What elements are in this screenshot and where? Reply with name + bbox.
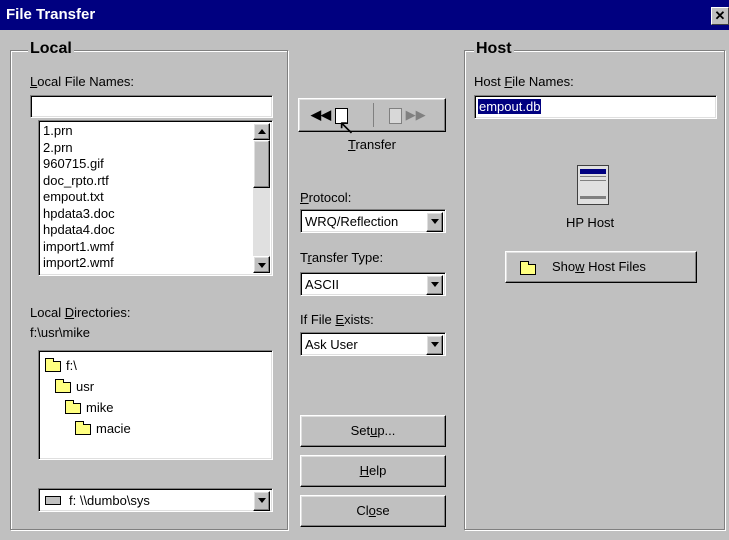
file-list-item[interactable]: doc_rpto.rtf: [43, 173, 109, 188]
local-directories-label: Local Directories:: [30, 305, 131, 320]
tree-item-usr[interactable]: usr: [76, 379, 94, 394]
transfer-label: Transfer: [348, 137, 396, 152]
drive-dropdown-button[interactable]: [253, 491, 270, 511]
host-group-label: Host: [474, 40, 514, 58]
tree-item-f-root[interactable]: f:\: [66, 358, 77, 373]
open-folder-icon: [45, 358, 61, 372]
close-button[interactable]: Close: [300, 495, 446, 527]
host-file-name-input[interactable]: empout.db: [474, 95, 717, 119]
tree-item-macie[interactable]: macie: [96, 421, 131, 436]
protocol-select[interactable]: WRQ/Reflection: [300, 209, 446, 233]
transfer-to-host-button[interactable]: ▶▶: [389, 107, 426, 124]
document-icon: [389, 107, 402, 124]
local-file-list[interactable]: 1.prn 2.prn 960715.gif doc_rpto.rtf empout.t…: [38, 120, 273, 276]
folder-icon: [520, 261, 536, 275]
protocol-dropdown-button[interactable]: [426, 212, 443, 232]
drive-select[interactable]: f: \\dumbo\sys: [38, 488, 273, 512]
file-list-item[interactable]: import2.wmf: [43, 255, 114, 270]
scroll-down-button[interactable]: [253, 256, 270, 273]
transfer-button-group: ◀◀ ▶▶: [298, 98, 446, 132]
transfer-type-select[interactable]: ASCII: [300, 272, 446, 296]
setup-button[interactable]: Setup...: [300, 415, 446, 447]
protocol-label: Protocol:: [300, 190, 352, 205]
host-file-names-label: Host File Names:: [474, 74, 574, 89]
scroll-thumb[interactable]: [253, 140, 270, 188]
chevron-down-icon: [431, 282, 439, 287]
current-directory-path: f:\usr\mike: [30, 325, 90, 340]
double-arrow-right-icon: ▶▶: [405, 107, 426, 122]
chevron-down-icon: [431, 342, 439, 347]
title-bar: [0, 0, 729, 30]
double-arrow-left-icon: ◀◀: [311, 107, 331, 122]
open-folder-icon: [65, 400, 81, 414]
local-group-label: Local: [28, 40, 74, 58]
if-file-exists-label: If File Exists:: [300, 312, 374, 327]
arrow-up-icon: [258, 129, 266, 134]
local-file-names-label: Local File Names:: [30, 74, 135, 89]
hp-host-icon: [577, 165, 609, 205]
transfer-type-dropdown-button[interactable]: [426, 275, 443, 295]
file-list-item[interactable]: hpdata4.doc: [43, 222, 115, 237]
local-directory-tree[interactable]: f:\ usr mike macie: [38, 350, 273, 460]
file-list-item[interactable]: empout.txt: [43, 189, 104, 204]
arrow-down-icon: [258, 263, 266, 268]
local-file-list-scrollbar[interactable]: [253, 123, 270, 273]
help-button[interactable]: Help: [300, 455, 446, 487]
tree-item-mike[interactable]: mike: [86, 400, 113, 415]
file-list-item[interactable]: 2.prn: [43, 140, 73, 155]
host-group: [464, 50, 725, 530]
window-title: File Transfer: [6, 6, 96, 23]
if-file-exists-dropdown-button[interactable]: [426, 335, 443, 355]
close-icon: ✕: [714, 8, 726, 23]
file-list-item[interactable]: hpdata3.doc: [43, 206, 115, 221]
drive-icon: [45, 496, 61, 505]
hp-host-label: HP Host: [566, 215, 615, 230]
file-list-item[interactable]: 1.prn: [43, 123, 73, 138]
scroll-up-button[interactable]: [253, 123, 270, 140]
file-list-item[interactable]: 960715.gif: [43, 156, 104, 171]
transfer-type-label: Transfer Type:: [300, 250, 384, 265]
close-window-button[interactable]: ✕: [711, 7, 729, 25]
file-list-item[interactable]: import1.wmf: [43, 239, 114, 254]
chevron-down-icon: [258, 498, 266, 503]
if-file-exists-select[interactable]: Ask User: [300, 332, 446, 356]
local-file-name-input[interactable]: [30, 95, 273, 118]
chevron-down-icon: [431, 219, 439, 224]
show-host-files-button[interactable]: Show Host Files: [505, 251, 697, 283]
open-folder-icon: [55, 379, 71, 393]
folder-icon: [75, 421, 91, 435]
